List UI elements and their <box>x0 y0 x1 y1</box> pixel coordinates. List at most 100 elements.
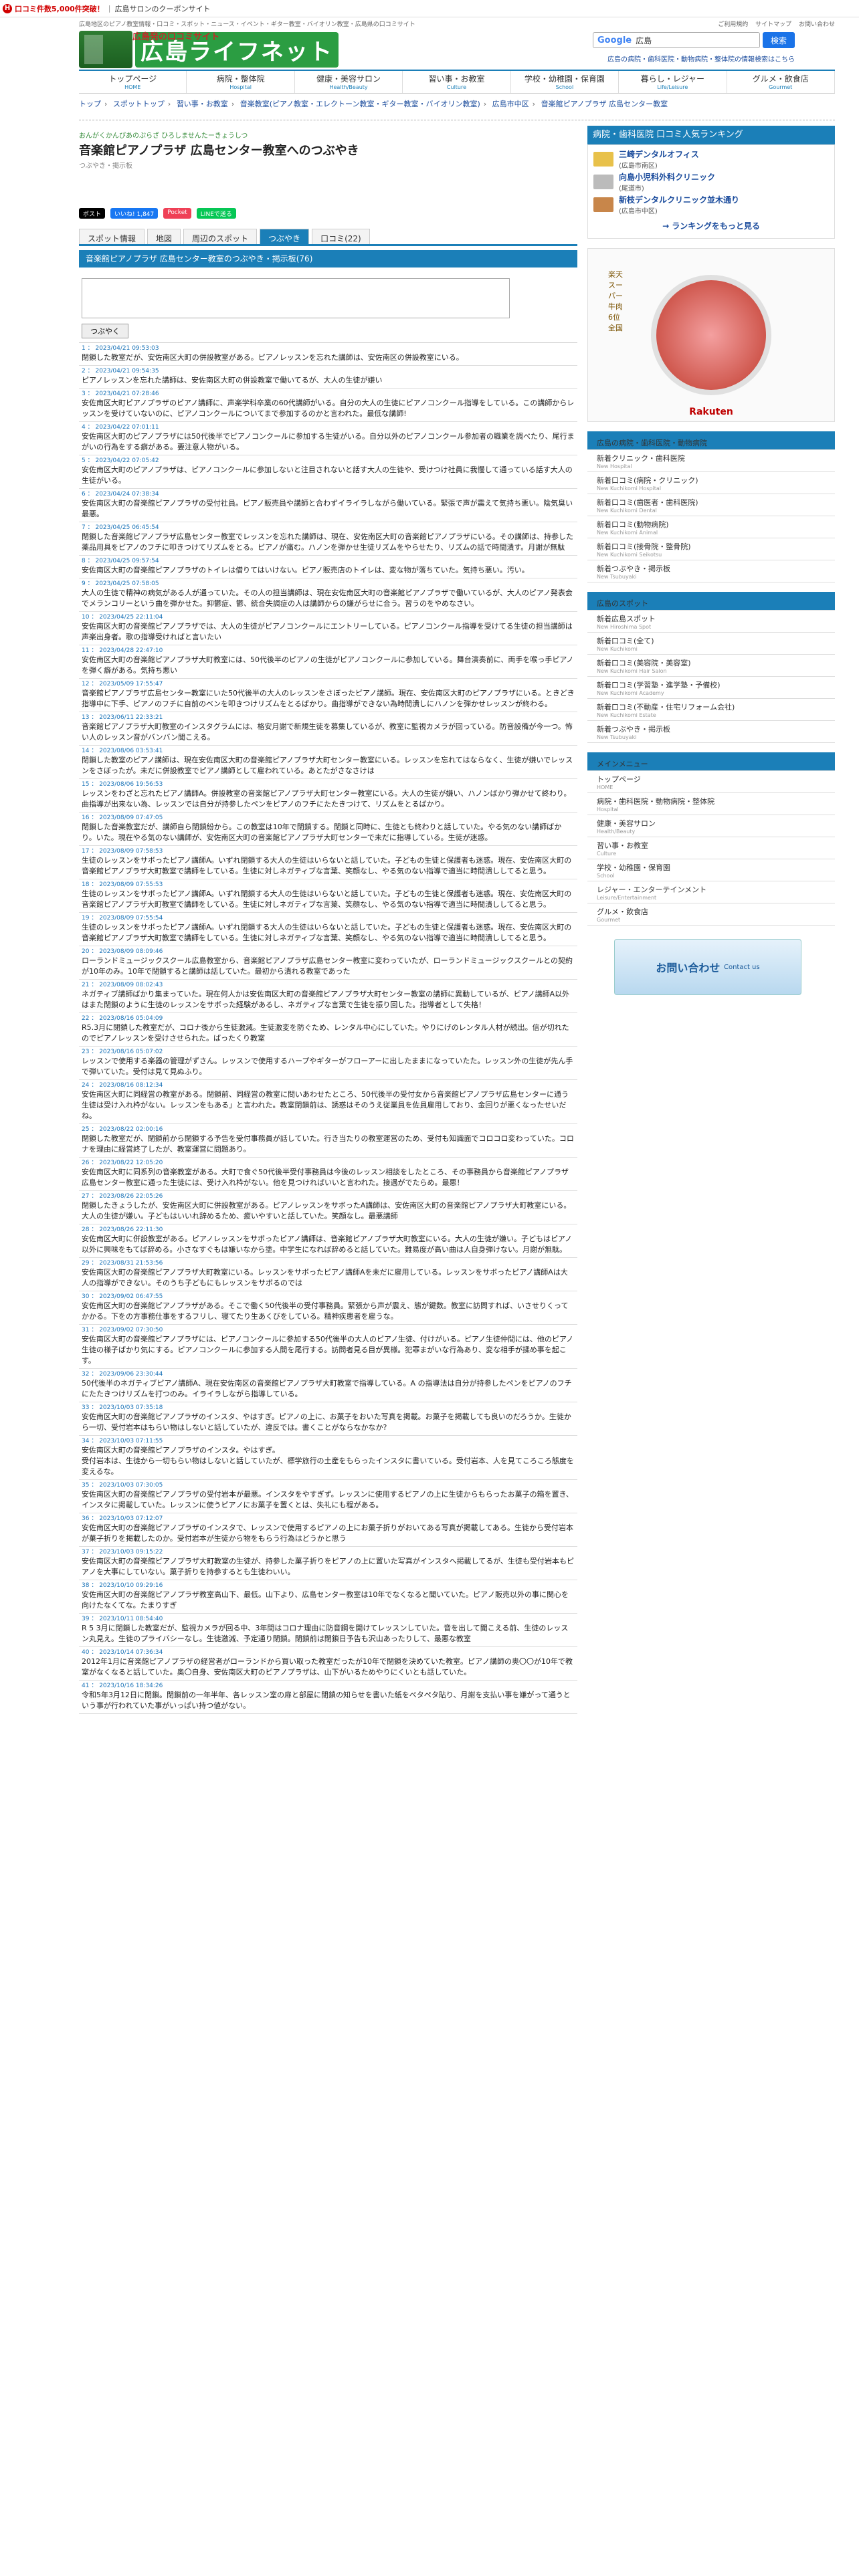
side-link[interactable]: 新着口コミ(病院・クリニック) New Kuchikomi Hospital <box>587 472 835 494</box>
search-input[interactable]: Google 広島 <box>593 32 760 48</box>
breadcrumb-item[interactable]: 習い事・お教室 <box>177 100 228 108</box>
post-item: 23 ： 2023/08/16 05:07:02 レッスンで使用する楽器の管理がず… <box>79 1047 577 1080</box>
line-share-button[interactable]: LINEで送る <box>196 208 236 219</box>
site-logo[interactable]: 広島発の口コミサイト 広島ライフネット <box>79 29 367 70</box>
post-item: 30 ： 2023/09/02 06:47:55 安佐南区大町の音楽館ピアノプラザ… <box>79 1291 577 1325</box>
nav-culture[interactable]: 習い事・お教室 Culture <box>403 71 511 93</box>
side-link[interactable]: 新着つぶやき・掲示板 New Tsubuyaki <box>587 560 835 582</box>
rank-2-icon <box>593 175 613 189</box>
post-item: 35 ： 2023/10/03 07:30:05 安佐南区大町の音楽館ピアノプラザ… <box>79 1480 577 1513</box>
rakuten-ad[interactable]: 楽天スーパー牛肉 6位 全国 Rakuten <box>587 248 835 422</box>
x-post-button[interactable]: ポスト <box>79 208 106 219</box>
post-text: 閉鎖した教室だが、安佐南区大町の併設教室がある。ピアノレッスンを忘れた講師は、安… <box>82 353 464 362</box>
promo-text[interactable]: 口コミ件数5,000件突破！ <box>15 3 104 14</box>
post-item: 29 ： 2023/08/31 21:53:56 安佐南区大町の音楽館ピアノプラザ… <box>79 1258 577 1291</box>
tab-tsubuyaki[interactable]: つぶやき <box>260 229 310 244</box>
post-text: 生徒のレッスンをサボったピアノ講師A。いずれ閉鎖する大人の生徒はいらないと話して… <box>82 889 572 909</box>
side-link[interactable]: 新着クリニック・歯科医院 New Hospital <box>587 450 835 472</box>
tab-spot-info[interactable]: スポット情報 <box>79 229 145 244</box>
post-button[interactable]: つぶやく <box>82 324 128 338</box>
promo-brand[interactable]: 広島サロンのクーポンサイト <box>115 3 211 14</box>
side-link[interactable]: 病院・歯科医院・動物病院・整体院 Hospital <box>587 793 835 815</box>
post-meta: 26 ： 2023/08/22 12:05:20 <box>82 1160 163 1166</box>
nav-school[interactable]: 学校・幼稚園・保育園 School <box>511 71 619 93</box>
ranking-item[interactable]: 新枝デンタルクリニック並木通り (広島市中区) <box>593 193 829 216</box>
post-meta: 40 ： 2023/10/14 07:36:34 <box>82 1649 163 1656</box>
nav-beauty[interactable]: 健康・美容サロン Health/Beauty <box>295 71 403 93</box>
post-text: レッスンで使用する楽器の管理がずさん。レッスンで使用するハープやギターがフローア… <box>82 1057 573 1076</box>
nav-gourmet[interactable]: グルメ・飲食店 Gourmet <box>727 71 835 93</box>
facebook-like-button[interactable]: いいね! 1,847 <box>110 208 159 219</box>
nav-hospital[interactable]: 病院・整体院 Hospital <box>187 71 295 93</box>
post-meta: 31 ： 2023/09/02 07:30:50 <box>82 1327 163 1333</box>
ad-text: 楽天スーパー牛肉 6位 全国 <box>608 270 623 332</box>
sitemap-link[interactable]: サイトマップ <box>755 21 791 28</box>
post-text: レッスンをわざと忘れたピアノ講師A。併設教室の音楽館ピアノプラザ大町センター教室… <box>82 789 571 809</box>
post-textarea[interactable] <box>82 278 510 318</box>
social-buttons: ポスト いいね! 1,847 Pocket LINEで送る <box>79 206 577 221</box>
side-link[interactable]: 新着口コミ(全て) New Kuchikomi <box>587 633 835 655</box>
pocket-button[interactable]: Pocket <box>163 208 191 219</box>
post-item: 37 ： 2023/10/03 09:15:22 安佐南区大町の音楽館ピアノプラザ… <box>79 1547 577 1580</box>
rakuten-logo: Rakuten <box>689 407 733 417</box>
post-item: 20 ： 2023/08/09 08:09:46 ローランドミュージックスクール広… <box>79 946 577 980</box>
ranking-item[interactable]: 向島小児科外科クリニック (尾道市) <box>593 171 829 193</box>
side-link[interactable]: レジャー・エンターテインメント Leisure/Entertainment <box>587 881 835 903</box>
hospital-search-link[interactable]: 広島の病院・歯科医院・動物病院・整体院の情報検索はこちら <box>607 53 795 64</box>
post-item: 14 ： 2023/08/06 03:53:41 閉鎖した教室のピアノ講師は、現在… <box>79 746 577 779</box>
post-text: 安佐南区大町の音楽館ピアノプラザ大町教室の生徒が、持参した菓子折りをピアノの上に… <box>82 1557 575 1576</box>
post-text: 安佐南区大町のピアノプラザには50代後半でピアノコンクールに参加する生徒がいる。… <box>82 432 575 451</box>
post-meta: 19 ： 2023/08/09 07:55:54 <box>82 915 163 922</box>
post-meta: 4 ： 2023/04/22 07:01:11 <box>82 424 159 431</box>
post-item: 22 ： 2023/08/16 05:04:09 R5.3月に閉鎖した教室だが、コ… <box>79 1013 577 1047</box>
post-item: 25 ： 2023/08/22 02:00:16 閉鎖した教室だが、閉鎖前から閉鎖… <box>79 1124 577 1158</box>
tab-nearby[interactable]: 周辺のスポット <box>183 229 258 244</box>
search-button[interactable]: 検索 <box>763 32 795 48</box>
post-text: 安佐南区大町の音楽館ピアノプラザの受付岩本が最悪。インスタをやすぎず。レッスンに… <box>82 1490 573 1509</box>
post-text: 安佐南区大町の音楽館ピアノプラザがある。そこで働く50代後半の受付事務員。緊張か… <box>82 1301 569 1321</box>
side-link[interactable]: 新着広島スポット New Hiroshima Spot <box>587 611 835 633</box>
post-meta: 2 ： 2023/04/21 09:54:35 <box>82 368 159 374</box>
hospital-section-heading: 広島の病院・歯科医院・動物病院 <box>587 431 835 450</box>
post-meta: 6 ： 2023/04/24 07:38:34 <box>82 491 159 498</box>
contact-link[interactable]: お問い合わせ <box>799 21 835 28</box>
contact-banner[interactable]: お問い合わせ Contact us <box>614 939 801 995</box>
side-link[interactable]: 学校・幼稚園・保育園 School <box>587 859 835 881</box>
post-text: R5.3月に閉鎖した教室だが、コロナ後から生徒激減。生徒激変を防ぐため、レンタル… <box>82 1023 569 1043</box>
side-link[interactable]: 新着口コミ(学習塾・進学塾・予備校) New Kuchikomi Academy <box>587 677 835 699</box>
side-link[interactable]: 新着口コミ(不動産・住宅リフォーム会社) New Kuchikomi Estate <box>587 699 835 721</box>
breadcrumb-item[interactable]: 広島市中区 <box>492 100 529 108</box>
page-title: 音楽館ピアノプラザ 広島センター教室へのつぶやき <box>79 144 359 158</box>
side-link[interactable]: 新着口コミ(美容院・美容室) New Kuchikomi Hair Salon <box>587 655 835 677</box>
side-link[interactable]: 新着口コミ(動物病院) New Kuchikomi Animal <box>587 516 835 538</box>
tab-map[interactable]: 地図 <box>147 229 181 244</box>
post-meta: 16 ： 2023/08/09 07:47:05 <box>82 815 163 821</box>
ranking-more-link[interactable]: → ランキングをもっと見る <box>593 216 829 235</box>
breadcrumb-item[interactable]: トップ <box>79 100 101 108</box>
ranking-item[interactable]: 三崎デンタルオフィス (広島市南区) <box>593 148 829 171</box>
post-item: 4 ： 2023/04/22 07:01:11 安佐南区大町のピアノプラザには50… <box>79 422 577 455</box>
post-item: 8 ： 2023/04/25 09:57:54 安佐南区大町の音楽館ピアノプラザの… <box>79 556 577 578</box>
post-text: 安佐南区大町の音楽館ピアノプラザのインスタ。やはすぎ。 受付岩本は、生徒から一切… <box>82 1446 574 1476</box>
post-text: 安佐南区大町のピアノプラザは、ピアノコンクールに参加しないと注目されないと話す大… <box>82 465 573 485</box>
post-item: 26 ： 2023/08/22 12:05:20 安佐南区大町に同系列の音楽教室が… <box>79 1158 577 1191</box>
post-meta: 39 ： 2023/10/11 08:54:40 <box>82 1616 163 1622</box>
tab-kuchikomi[interactable]: 口コミ(22) <box>312 229 370 244</box>
side-link[interactable]: 新着口コミ(歯医者・歯科医院) New Kuchikomi Dental <box>587 494 835 516</box>
side-link[interactable]: トップページ HOME <box>587 771 835 793</box>
side-link[interactable]: 健康・美容サロン Health/Beauty <box>587 815 835 837</box>
nav-life[interactable]: 暮らし・レジャー Life/Leisure <box>619 71 727 93</box>
nav-home[interactable]: トップページ HOME <box>79 71 187 93</box>
side-link[interactable]: グルメ・飲食店 Gourmet <box>587 903 835 926</box>
terms-link[interactable]: ご利用規約 <box>718 21 748 28</box>
post-text: 閉鎖した音楽館ピアノプラザ広島センター教室でレッスンを忘れた講師は、現在、安佐南… <box>82 532 574 552</box>
post-meta: 29 ： 2023/08/31 21:53:56 <box>82 1260 163 1267</box>
side-link[interactable]: 習い事・お教室 Culture <box>587 837 835 859</box>
side-link[interactable]: 新着口コミ(接骨院・整骨院) New Kuchikomi Seikotsu <box>587 538 835 560</box>
post-list: 1 ： 2023/04/21 09:53:03 閉鎖した教室だが、安佐南区大町の併… <box>79 342 577 1714</box>
post-meta: 3 ： 2023/04/21 07:28:46 <box>82 391 159 397</box>
side-link[interactable]: 新着つぶやき・掲示板 New Tsubuyaki <box>587 721 835 743</box>
breadcrumb-item[interactable]: 音楽館ピアノプラザ 広島センター教室 <box>541 100 668 108</box>
breadcrumb-item[interactable]: 音楽教室(ピアノ教室・エレクトーン教室・ギター教室・バイオリン教室) <box>240 100 480 108</box>
breadcrumb-item[interactable]: スポットトップ <box>113 100 165 108</box>
